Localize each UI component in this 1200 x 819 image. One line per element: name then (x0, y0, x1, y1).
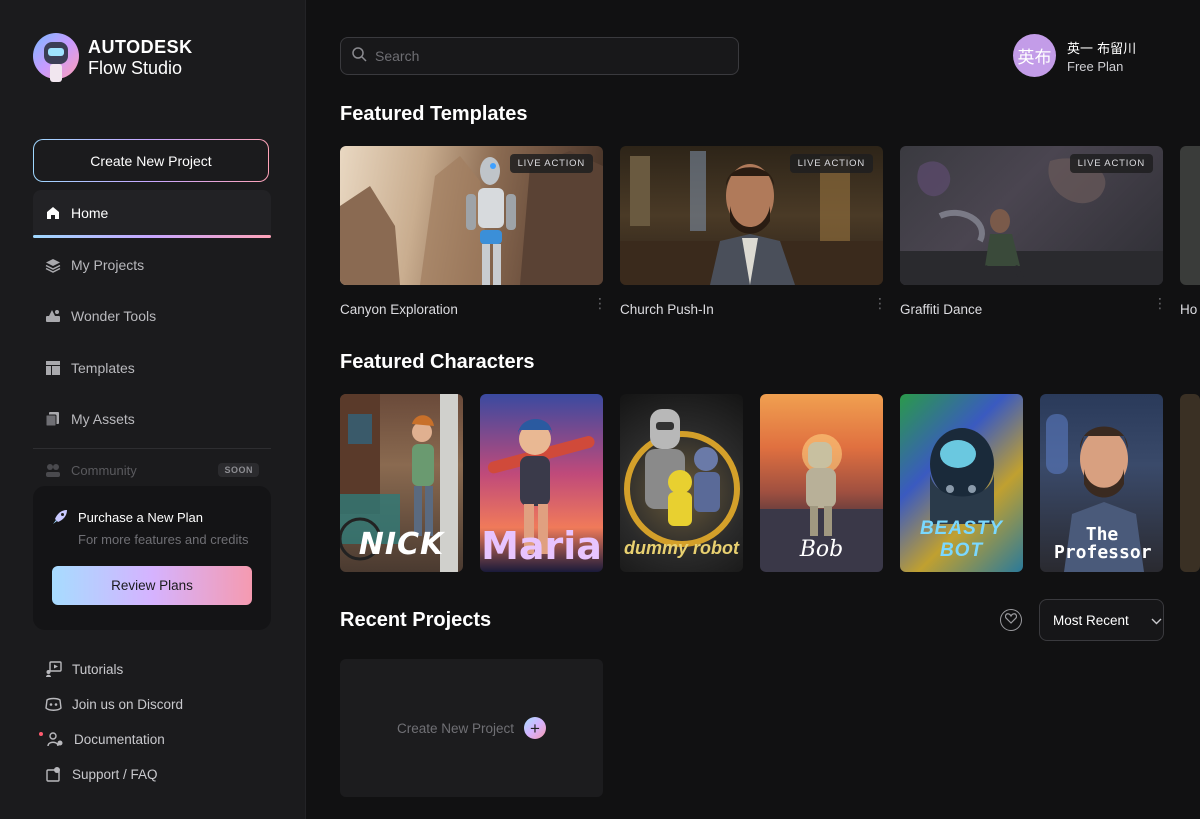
flow-studio-logo-icon (32, 26, 80, 88)
template-card-graffiti-dance[interactable]: LIVE ACTION Graffiti Dance ⋮ (900, 146, 1167, 317)
soon-badge: SOON (218, 463, 259, 477)
templates-icon (45, 360, 61, 376)
documentation-icon (47, 731, 64, 748)
user-name: 英一 布留川 (1067, 41, 1137, 57)
create-new-project-label: Create New Project (396, 720, 515, 736)
favorites-filter-button[interactable] (1000, 609, 1022, 631)
sidebar-item-label: My Assets (71, 411, 135, 427)
sidebar-item-label: My Projects (71, 257, 145, 273)
documentation-link[interactable]: Documentation (39, 731, 165, 748)
discord-label: Join us on Discord (72, 697, 184, 712)
plan-subtitle: For more features and credits (78, 532, 249, 547)
home-icon (45, 205, 61, 221)
live-action-badge: LIVE ACTION (1069, 154, 1153, 173)
sidebar: AUTODESK Flow Studio Create New Project … (0, 0, 306, 819)
character-name: The Professor (1054, 524, 1152, 563)
tools-icon (45, 308, 61, 324)
character-name: dummy robot (624, 537, 739, 558)
brand-logo[interactable]: AUTODESK Flow Studio (32, 26, 193, 88)
product-name: Flow Studio (88, 57, 183, 78)
character-name: Maria (481, 524, 602, 568)
search-input[interactable] (375, 48, 715, 64)
template-card-partial[interactable]: Ho (1180, 146, 1200, 317)
character-card-the-professor[interactable]: The Professor (1040, 394, 1163, 572)
template-name: Church Push-In (620, 302, 714, 317)
chevron-down-icon (1151, 613, 1162, 628)
character-card-maria[interactable]: Maria (480, 394, 603, 572)
search-icon (351, 46, 367, 67)
character-card-bob[interactable]: Bob (760, 394, 883, 572)
character-card-partial[interactable] (1180, 394, 1200, 572)
more-options-icon[interactable]: ⋮ (873, 296, 887, 315)
character-card-dummy-robot[interactable]: dummy robot (620, 394, 743, 572)
sidebar-item-community: Community SOON (45, 462, 259, 478)
template-thumbnail: LIVE ACTION (340, 146, 603, 285)
sort-value: Most Recent (1053, 612, 1129, 628)
sidebar-item-label: Wonder Tools (71, 308, 157, 324)
support-label: Support / FAQ (72, 767, 158, 782)
character-name: NICK (358, 527, 445, 562)
sidebar-divider (33, 448, 271, 449)
sidebar-item-my-projects[interactable]: My Projects (33, 242, 271, 288)
support-link[interactable]: Support / FAQ (45, 766, 158, 783)
community-icon (45, 462, 61, 478)
user-plan: Free Plan (1067, 58, 1124, 74)
character-name: Bob (799, 537, 844, 562)
template-name: Canyon Exploration (340, 302, 458, 317)
user-profile[interactable]: 英布 英一 布留川 Free Plan (1013, 34, 1136, 77)
template-name: Ho (1180, 302, 1198, 317)
featured-templates-title: Featured Templates (340, 103, 528, 125)
create-new-project-button[interactable]: Create New Project (33, 139, 269, 182)
support-icon (45, 766, 62, 783)
review-plans-button[interactable]: Review Plans (52, 566, 252, 605)
sidebar-item-my-assets[interactable]: My Assets (33, 396, 271, 442)
template-name: Graffiti Dance (900, 302, 983, 317)
brand-name: AUTODESK (88, 36, 193, 57)
character-card-beasty-bot[interactable]: BEASTY BOT (900, 394, 1023, 572)
plus-icon: + (524, 717, 547, 739)
create-new-project-card[interactable]: Create New Project + (340, 659, 603, 797)
sidebar-item-home[interactable]: Home (33, 190, 271, 238)
character-name: BEASTY BOT (919, 518, 1004, 561)
documentation-label: Documentation (74, 732, 165, 747)
sidebar-item-label: Home (71, 205, 109, 221)
live-action-badge: LIVE ACTION (509, 154, 593, 173)
search-bar[interactable] (340, 37, 739, 75)
plan-title: Purchase a New Plan (78, 510, 204, 525)
live-action-badge: LIVE ACTION (789, 154, 873, 173)
recent-projects-title: Recent Projects (340, 609, 492, 631)
tutorials-icon (45, 661, 62, 678)
template-thumbnail: LIVE ACTION (620, 146, 883, 285)
more-options-icon[interactable]: ⋮ (1153, 296, 1167, 315)
sidebar-item-templates[interactable]: Templates (33, 345, 271, 391)
template-card-canyon-exploration[interactable]: LIVE ACTION Canyon Exploration ⋮ (340, 146, 607, 317)
featured-characters-title: Featured Characters (340, 351, 535, 373)
sidebar-item-wonder-tools[interactable]: Wonder Tools (33, 293, 271, 339)
rocket-icon (51, 508, 69, 526)
notification-dot (39, 731, 43, 736)
assets-icon (45, 411, 61, 427)
discord-icon (45, 696, 62, 713)
purchase-plan-card: Purchase a New Plan For more features an… (33, 486, 271, 630)
community-label: Community (71, 462, 137, 478)
tutorials-link[interactable]: Tutorials (45, 661, 123, 678)
character-card-nick[interactable]: NICK (340, 394, 463, 572)
avatar[interactable]: 英布 (1013, 34, 1056, 77)
template-card-church-push-in[interactable]: LIVE ACTION Church Push-In ⋮ (620, 146, 887, 317)
template-thumbnail: LIVE ACTION (900, 146, 1163, 285)
tutorials-label: Tutorials (72, 662, 124, 677)
discord-link[interactable]: Join us on Discord (45, 696, 183, 713)
sort-dropdown[interactable]: Most Recent (1039, 599, 1164, 641)
sidebar-item-label: Templates (71, 360, 135, 376)
template-thumbnail (1180, 146, 1200, 285)
layers-icon (45, 257, 61, 273)
more-options-icon[interactable]: ⋮ (593, 296, 607, 315)
heart-icon (1004, 613, 1018, 627)
